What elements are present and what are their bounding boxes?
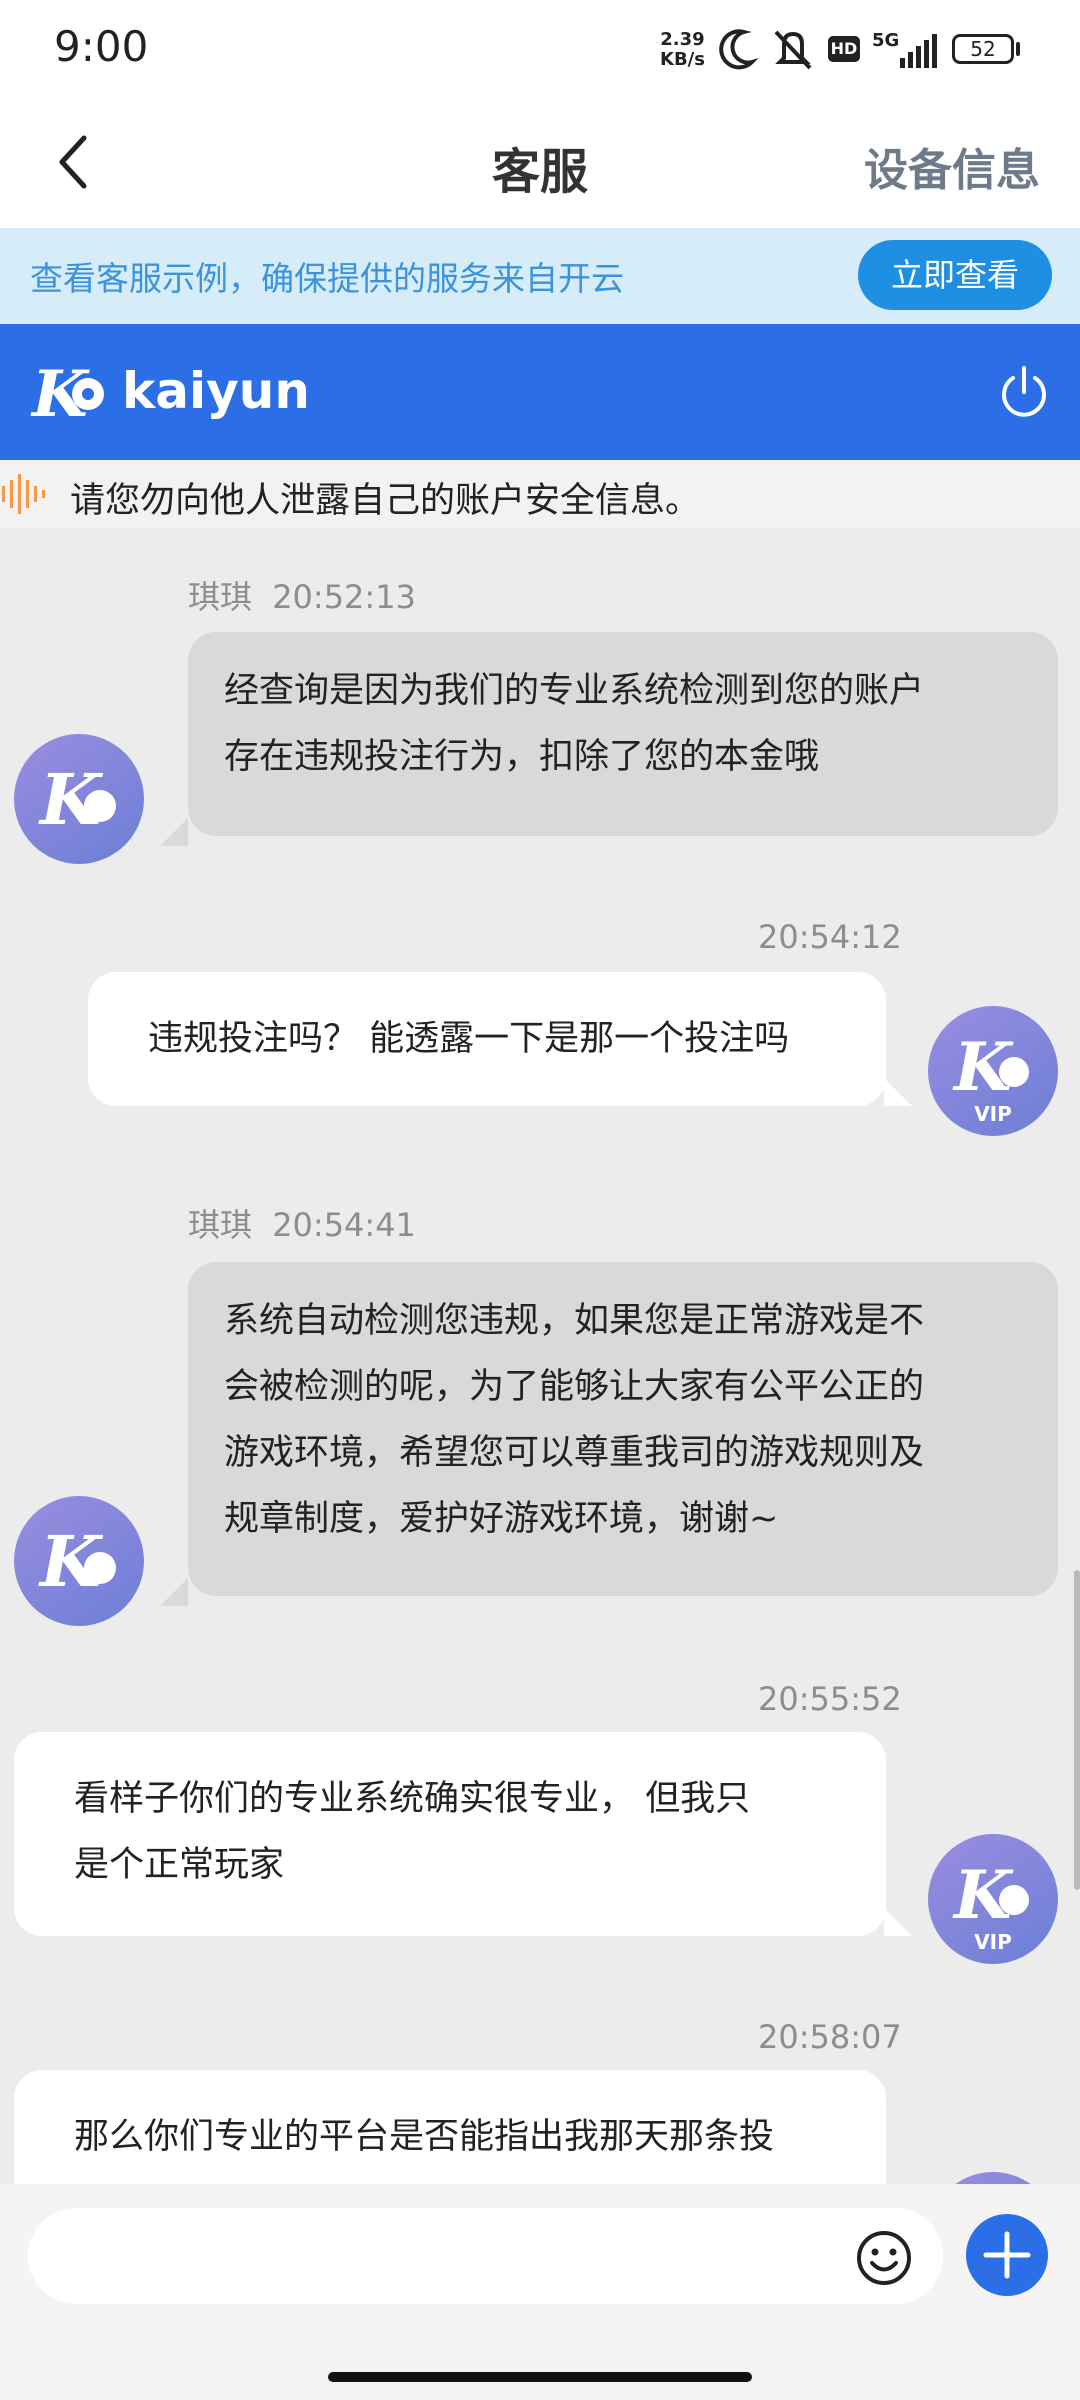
user-avatar[interactable]: K VIP xyxy=(928,1834,1058,1964)
user-avatar[interactable]: K VIP xyxy=(928,1006,1058,1136)
message-time: 20:55:52 xyxy=(758,1680,902,1718)
message-bubble-user: 那么你们专业的平台是否能指出我那天那条投 xyxy=(14,2070,886,2184)
message-input[interactable] xyxy=(28,2208,943,2304)
message-time: 20:54:41 xyxy=(272,1206,416,1244)
message-line: 会被检测的呢，为了能够让大家有公平公正的 xyxy=(224,1367,925,1407)
agent-name: 琪琪 xyxy=(188,578,253,616)
message-bubble-user: 违规投注吗？ 能透露一下是那一个投注吗 xyxy=(88,972,886,1106)
user-avatar[interactable] xyxy=(928,2172,1058,2184)
message-line: 系统自动检测您违规，如果您是正常游戏是不 xyxy=(224,1301,925,1341)
chat-area[interactable]: 琪琪 20:52:13 K 经查询是因为我们的专业系统检测到您的账户 存在违规投… xyxy=(0,528,1080,2184)
message-line: 那么你们专业的平台是否能指出我那天那条投 xyxy=(74,2117,775,2157)
vip-badge: VIP xyxy=(974,1930,1012,1954)
network-type: 5G xyxy=(872,30,900,51)
status-bar: 9:00 2.39 KB/s HD 5G 52 xyxy=(0,0,1080,100)
message-meta: 琪琪 20:52:13 xyxy=(188,572,416,618)
message-time: 20:58:07 xyxy=(758,2018,902,2056)
message-line: 游戏环境，希望您可以尊重我司的游戏规则及 xyxy=(224,1433,925,1473)
message-time: 20:54:12 xyxy=(758,918,902,956)
emoji-icon[interactable] xyxy=(856,2230,912,2286)
message-bubble-agent: 经查询是因为我们的专业系统检测到您的账户 存在违规投注行为，扣除了您的本金哦 xyxy=(188,632,1058,836)
input-bar xyxy=(0,2184,1080,2400)
brand-name: kaiyun xyxy=(122,362,310,420)
notice-bar: 请您勿向他人泄露自己的账户安全信息。 xyxy=(0,460,1080,528)
battery-tip xyxy=(1016,42,1020,56)
net-speed-value: 2.39 xyxy=(660,29,705,50)
moon-icon xyxy=(719,29,759,70)
bubble-tail xyxy=(884,1078,912,1106)
tip-banner: 查看客服示例，确保提供的服务来自开云 立即查看 xyxy=(0,228,1080,324)
bubble-tail xyxy=(160,1578,188,1606)
message-line: 规章制度，爱护好游戏环境，谢谢~ xyxy=(224,1499,779,1539)
message-meta: 琪琪 20:54:41 xyxy=(188,1200,416,1246)
battery-icon: 52 xyxy=(952,34,1014,64)
signal-icon xyxy=(900,34,937,68)
plus-icon xyxy=(983,2231,1031,2279)
message-line: 违规投注吗？ 能透露一下是那一个投注吗 xyxy=(148,1019,790,1059)
power-icon[interactable] xyxy=(996,364,1052,420)
agent-name: 琪琪 xyxy=(188,1206,253,1244)
kaiyun-logo-icon: K xyxy=(30,357,104,430)
battery-level: 52 xyxy=(970,37,996,61)
nav-header: 客服 设备信息 xyxy=(0,100,1080,228)
agent-avatar[interactable]: K xyxy=(14,734,144,864)
message-line: 是个正常玩家 xyxy=(74,1845,285,1885)
message-time: 20:52:13 xyxy=(272,578,416,616)
status-time: 9:00 xyxy=(54,22,149,71)
net-speed: 2.39 KB/s xyxy=(660,30,705,70)
sound-wave-icon xyxy=(2,474,45,514)
brand-bar: K kaiyun xyxy=(0,324,1080,460)
tip-text: 查看客服示例，确保提供的服务来自开云 xyxy=(30,259,624,298)
notice-text: 请您勿向他人泄露自己的账户安全信息。 xyxy=(70,481,701,521)
hd-icon: HD xyxy=(828,36,860,62)
message-bubble-user: 看样子你们的专业系统确实很专业， 但我只 是个正常玩家 xyxy=(14,1732,886,1936)
kaiyun-avatar-icon: K xyxy=(38,1520,116,1603)
message-bubble-agent: 系统自动检测您违规，如果您是正常游戏是不 会被检测的呢，为了能够让大家有公平公正… xyxy=(188,1262,1058,1596)
net-speed-unit: KB/s xyxy=(660,49,705,70)
bubble-tail xyxy=(884,1908,912,1936)
add-button[interactable] xyxy=(966,2214,1048,2296)
vip-badge: VIP xyxy=(974,1102,1012,1126)
device-info-button[interactable]: 设备信息 xyxy=(864,134,1040,198)
scrollbar[interactable] xyxy=(1074,1570,1080,1890)
message-line: 存在违规投注行为，扣除了您的本金哦 xyxy=(224,737,820,777)
agent-avatar[interactable]: K xyxy=(14,1496,144,1626)
view-now-button[interactable]: 立即查看 xyxy=(858,240,1052,310)
home-indicator[interactable] xyxy=(328,2372,752,2382)
kaiyun-avatar-icon: K xyxy=(38,758,116,841)
message-line: 经查询是因为我们的专业系统检测到您的账户 xyxy=(224,671,925,711)
message-line: 看样子你们的专业系统确实很专业， 但我只 xyxy=(74,1779,751,1819)
bubble-tail xyxy=(160,818,188,846)
mute-icon xyxy=(774,30,812,70)
